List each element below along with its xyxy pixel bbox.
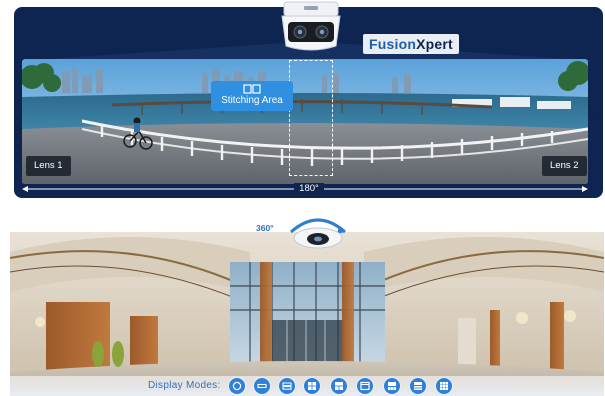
grid-view-b-icon <box>414 382 422 390</box>
single-view-mode-button[interactable] <box>357 378 373 394</box>
quad-view-icon <box>308 382 316 390</box>
edge-label: 5 <box>595 110 602 122</box>
split-view-icon <box>335 382 343 390</box>
fisheye-mode-icon <box>232 381 242 391</box>
fusionxpert-logo: FusionXpert <box>363 34 459 54</box>
lens-1-label: Lens 1 <box>26 156 71 176</box>
span-degree-label: 180° <box>294 183 324 195</box>
brand-fusion: Fusion <box>369 36 417 52</box>
panorama-360-mode-button[interactable] <box>279 378 295 394</box>
quad-view-mode-button[interactable] <box>304 378 320 394</box>
grid-view-c-mode-button[interactable] <box>436 378 452 394</box>
grid-view-a-mode-button[interactable] <box>384 378 400 394</box>
single-view-icon <box>360 381 370 391</box>
fisheye-camera-icon <box>290 218 346 249</box>
panorama-180-icon <box>257 383 267 389</box>
rotation-degree-label: 360° <box>256 223 274 233</box>
grid-view-a-icon <box>388 382 396 390</box>
lobby-panorama-image <box>10 232 604 396</box>
lens-2-label: Lens 2 <box>542 156 587 176</box>
panorama-180-mode-button[interactable] <box>254 378 270 394</box>
stitching-area-text: Stitching Area <box>221 95 283 106</box>
dual-lens-camera-icon <box>281 1 341 51</box>
panorama-360-icon <box>282 382 292 390</box>
stitch-icon <box>243 84 261 94</box>
grid-view-b-mode-button[interactable] <box>410 378 426 394</box>
stitching-area-box <box>289 60 333 176</box>
brand-xpert: Xpert <box>416 36 453 52</box>
fisheye-mode-button[interactable] <box>229 378 245 394</box>
stitching-area-label: Stitching Area <box>211 81 293 111</box>
split-view-mode-button[interactable] <box>331 378 347 394</box>
display-modes-label: Display Modes: <box>148 380 221 391</box>
grid-view-c-icon <box>440 382 448 390</box>
